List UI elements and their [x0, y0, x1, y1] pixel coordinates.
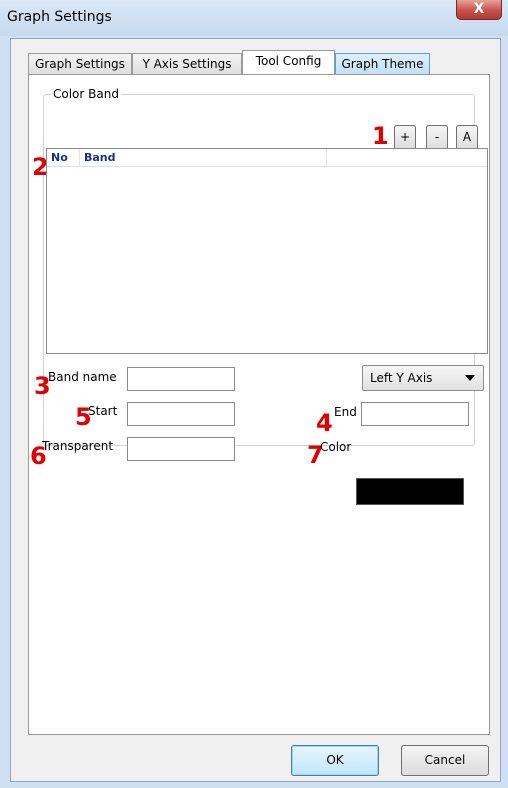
transparent-input[interactable]: [127, 437, 235, 461]
graph-settings-window: Graph Settings X Graph Settings Y Axis S…: [0, 0, 508, 788]
column-header-band[interactable]: Band: [80, 149, 327, 166]
color-swatch[interactable]: [356, 478, 464, 505]
band-list[interactable]: No Band: [46, 148, 488, 354]
start-label: Start: [88, 404, 118, 418]
add-band-button[interactable]: +: [394, 125, 416, 150]
auto-band-button[interactable]: A: [456, 125, 478, 150]
color-band-group: Color Band 1 + - A 2 No Band 3 Band name…: [30, 87, 488, 468]
tab-graph-theme[interactable]: Graph Theme: [335, 53, 430, 75]
color-label: Color: [320, 440, 352, 454]
column-header-empty: [327, 149, 487, 166]
ok-button[interactable]: OK: [291, 745, 379, 776]
tab-graph-settings[interactable]: Graph Settings: [28, 53, 132, 75]
title-bar[interactable]: Graph Settings X: [0, 0, 508, 36]
chevron-down-icon: [465, 375, 475, 381]
dialog-client-area: Graph Settings Y Axis Settings Tool Conf…: [10, 38, 501, 782]
window-title: Graph Settings: [7, 9, 112, 25]
remove-band-button[interactable]: -: [426, 125, 448, 150]
start-input[interactable]: [127, 402, 235, 426]
band-name-input[interactable]: [127, 367, 235, 391]
close-button[interactable]: X: [456, 0, 502, 20]
end-input[interactable]: [361, 402, 469, 426]
annotation-1: 1: [372, 122, 389, 150]
cancel-button[interactable]: Cancel: [401, 745, 489, 776]
column-header-no[interactable]: No: [47, 149, 80, 166]
tab-y-axis-settings[interactable]: Y Axis Settings: [132, 53, 242, 75]
axis-dropdown[interactable]: Left Y Axis: [362, 365, 484, 391]
axis-dropdown-value: Left Y Axis: [370, 371, 433, 385]
end-label: End: [334, 405, 357, 419]
transparent-label: Transparent: [42, 439, 114, 453]
annotation-4: 4: [316, 409, 333, 437]
color-band-group-title: Color Band: [51, 87, 121, 101]
band-list-header: No Band: [47, 149, 487, 167]
band-name-label: Band name: [48, 370, 117, 384]
tool-config-panel: Color Band 1 + - A 2 No Band 3 Band name…: [28, 74, 490, 735]
tab-tool-config[interactable]: Tool Config: [242, 50, 335, 74]
